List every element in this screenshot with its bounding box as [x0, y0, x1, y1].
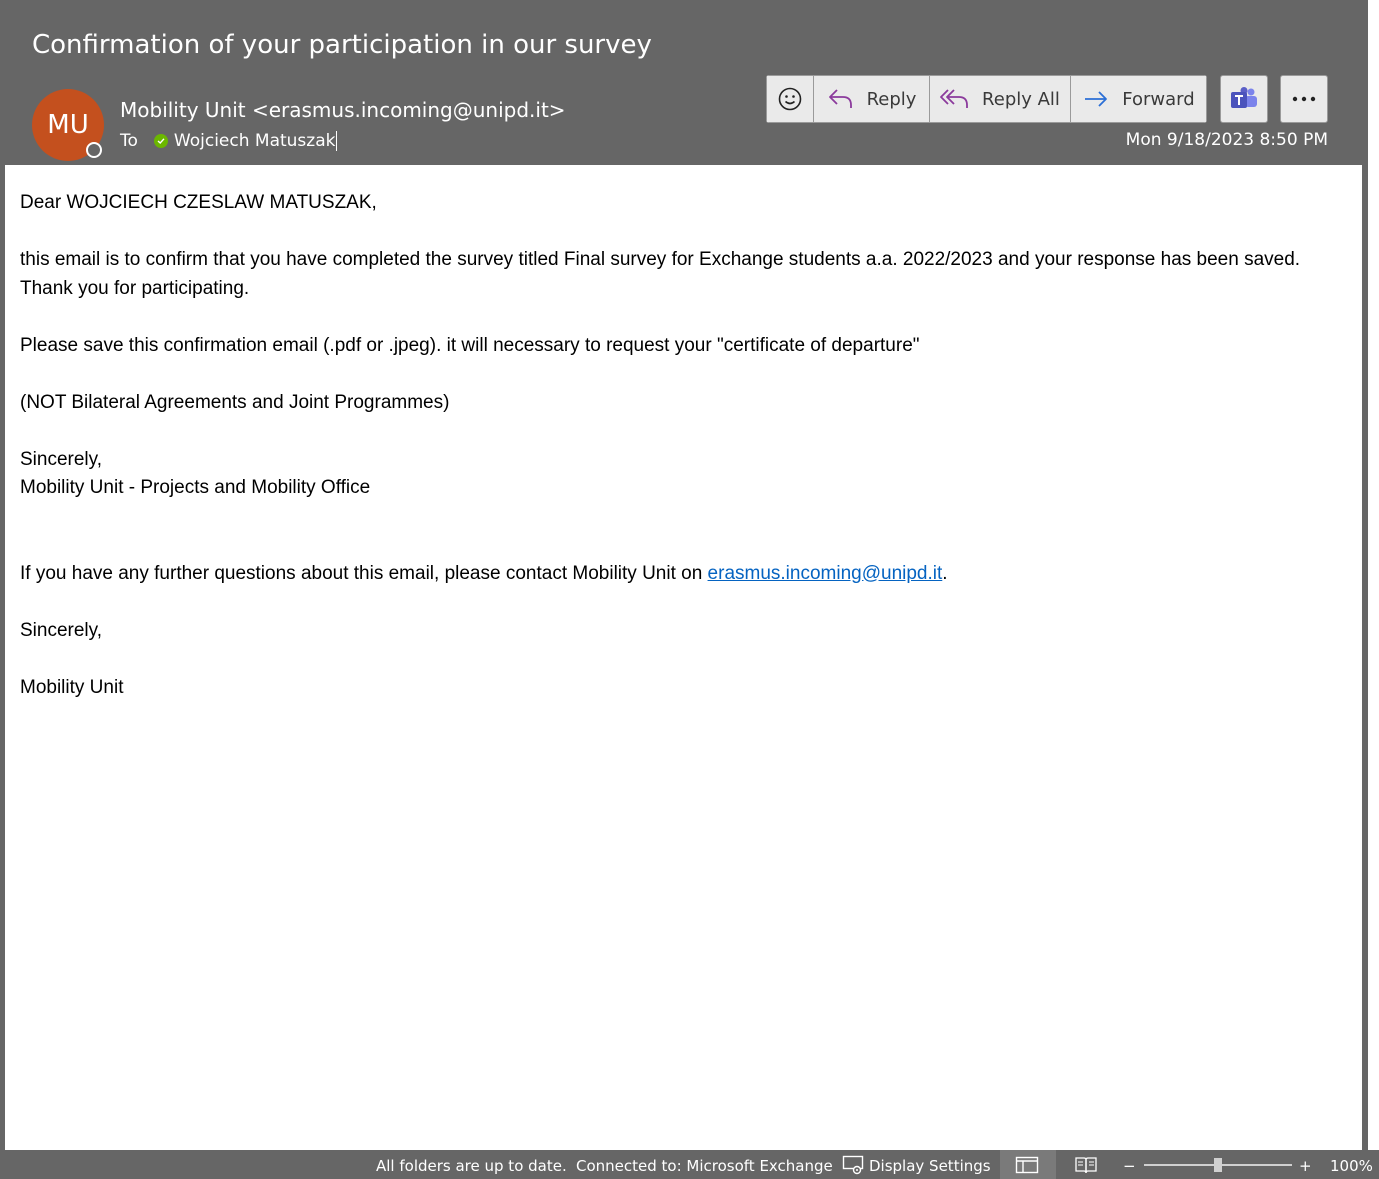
contact-text: If you have any further questions about … — [20, 562, 708, 584]
recipient-available-icon — [153, 134, 168, 148]
zoom-level[interactable]: 100% — [1330, 1157, 1373, 1175]
recipient-name[interactable]: Wojciech Matuszak — [174, 131, 338, 151]
reply-button[interactable]: Reply — [814, 75, 930, 123]
sender-name[interactable]: Mobility Unit <erasmus.incoming@unipd.it… — [120, 98, 566, 122]
recipients-row: To Wojciech Matuszak — [120, 130, 338, 152]
reply-label: Reply — [866, 88, 917, 110]
more-actions-button[interactable] — [1280, 75, 1328, 123]
window-edge — [1368, 0, 1379, 1150]
greeting: Dear WOJCIECH CZESLAW MATUSZAK, — [20, 192, 377, 213]
teams-icon — [1230, 86, 1258, 112]
signature-office: Mobility Unit - Projects and Mobility Of… — [20, 477, 371, 498]
zoom-in-button[interactable]: + — [1299, 1157, 1312, 1175]
closing-sincerely: Sincerely, — [20, 448, 103, 470]
avatar-initials: MU — [47, 110, 89, 140]
normal-view-icon[interactable] — [1015, 1155, 1039, 1175]
emoji-reaction-button[interactable] — [766, 75, 814, 123]
signature-unit: Mobility Unit — [20, 676, 124, 698]
reply-icon — [827, 87, 855, 111]
presence-status-icon — [86, 142, 102, 158]
zoom-slider-thumb[interactable] — [1214, 1158, 1222, 1172]
smiley-icon — [777, 86, 803, 112]
received-date: Mon 9/18/2023 8:50 PM — [1125, 130, 1328, 150]
forward-button[interactable]: Forward — [1071, 75, 1207, 123]
body-paragraph-1: this email is to confirm that you have c… — [20, 249, 1301, 299]
to-label: To — [120, 131, 138, 151]
body-paragraph-2: Please save this confirmation email (.pd… — [20, 334, 920, 356]
zoom-out-button[interactable]: − — [1123, 1157, 1136, 1175]
contact-email-link[interactable]: erasmus.incoming@unipd.it — [708, 563, 943, 584]
connection-status[interactable]: Connected to: Microsoft Exchange — [576, 1157, 833, 1175]
forward-icon — [1082, 87, 1110, 111]
sync-status: All folders are up to date. — [376, 1157, 567, 1175]
reply-all-icon — [940, 87, 970, 111]
email-subject: Confirmation of your participation in ou… — [32, 30, 652, 60]
ellipsis-icon — [1291, 95, 1317, 103]
closing-sincerely-2: Sincerely, — [20, 619, 103, 641]
teams-button[interactable] — [1220, 75, 1268, 123]
status-bar: All folders are up to date. Connected to… — [0, 1150, 1379, 1179]
forward-label: Forward — [1122, 88, 1195, 110]
display-settings-icon[interactable] — [842, 1155, 866, 1175]
reply-all-label: Reply All — [982, 88, 1060, 110]
contact-paragraph: If you have any further questions about … — [20, 560, 1340, 589]
display-settings-button[interactable]: Display Settings — [869, 1157, 991, 1175]
message-body: Dear WOJCIECH CZESLAW MATUSZAK, this ema… — [20, 189, 1340, 702]
reply-all-button[interactable]: Reply All — [930, 75, 1071, 123]
contact-suffix: . — [942, 562, 948, 584]
message-body-pane: Dear WOJCIECH CZESLAW MATUSZAK, this ema… — [5, 165, 1362, 1150]
body-paragraph-3: (NOT Bilateral Agreements and Joint Prog… — [20, 391, 450, 413]
reading-view-icon[interactable] — [1074, 1155, 1098, 1175]
message-actions-toolbar: Reply Reply All Forward — [766, 75, 1207, 123]
